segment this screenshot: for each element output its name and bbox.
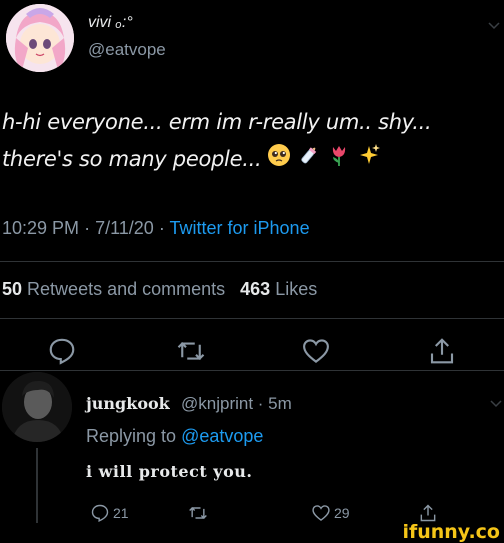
replying-to-prefix: Replying to <box>86 426 177 446</box>
reply-like-count: 29 <box>334 505 350 521</box>
reply-text: i will protect you. <box>86 462 253 481</box>
tweet-source-link[interactable]: Twitter for iPhone <box>170 218 310 238</box>
meta-separator: · <box>84 218 91 238</box>
retweets-count: 50 <box>2 279 23 299</box>
meta-separator: · <box>158 218 165 238</box>
like-button[interactable] <box>301 336 331 366</box>
retweet-icon <box>189 506 207 520</box>
reply-handle-time[interactable]: @knjprint · 5m <box>181 394 292 414</box>
tweet-time: 10:29 PM <box>2 218 80 238</box>
tweet-stats: 50 Retweets and comments 463 Likes <box>2 279 317 300</box>
pleading-face-emoji-icon <box>267 142 291 179</box>
divider <box>0 261 504 262</box>
divider <box>0 370 504 371</box>
replying-to-handle[interactable]: @eatvope <box>181 426 263 446</box>
reply-share-button[interactable] <box>418 503 438 523</box>
handle[interactable]: @eatvope <box>88 40 166 60</box>
share-icon <box>430 338 454 364</box>
like-icon <box>303 339 329 363</box>
ifunny-watermark: ifunny.co <box>402 521 500 543</box>
chevron-down-icon[interactable] <box>490 400 502 408</box>
reply-reply-button[interactable]: 21 <box>90 503 129 523</box>
tulip-emoji-icon <box>327 142 351 179</box>
tweet-meta: 10:29 PM · 7/11/20 · Twitter for iPhone <box>2 218 310 239</box>
tweet-text: h-hi everyone... erm im r-really um.. sh… <box>2 104 502 179</box>
likes-stat[interactable]: 463 Likes <box>240 279 317 299</box>
retweet-button[interactable] <box>176 336 206 366</box>
tweet-text-line-1: h-hi everyone... erm im r-really um.. sh… <box>2 110 432 134</box>
reply-icon <box>49 338 75 365</box>
thread-line <box>36 448 38 523</box>
divider <box>0 318 504 319</box>
likes-label: Likes <box>275 279 318 299</box>
reply-retweet-button[interactable] <box>188 503 208 523</box>
retweets-stat[interactable]: 50 Retweets and comments <box>2 279 225 299</box>
share-button[interactable] <box>427 336 457 366</box>
tweet-text-line-2: there's so many people... <box>2 141 502 179</box>
reply-avatar[interactable] <box>2 372 72 442</box>
sparkles-emoji-icon <box>357 142 381 179</box>
tweet-text-line-2-text: there's so many people... <box>2 147 262 171</box>
reply-display-name[interactable]: jungkook <box>86 394 170 413</box>
display-name[interactable]: vivi ₒ:° <box>88 14 133 32</box>
reply-reply-count: 21 <box>113 505 129 521</box>
chevron-down-icon[interactable] <box>488 22 500 30</box>
like-icon <box>312 505 330 521</box>
share-icon <box>420 504 436 522</box>
replying-to: Replying to @eatvope <box>86 426 263 447</box>
likes-count: 463 <box>240 279 271 299</box>
retweets-label: Retweets and comments <box>27 279 226 299</box>
avatar[interactable] <box>6 4 74 72</box>
reply-like-button[interactable]: 29 <box>311 503 350 523</box>
reply-icon <box>91 504 109 523</box>
tweet-date: 7/11/20 <box>95 218 154 238</box>
reply-button[interactable] <box>47 336 77 366</box>
baby-bottle-emoji-icon <box>297 142 321 179</box>
retweet-icon <box>177 341 205 361</box>
